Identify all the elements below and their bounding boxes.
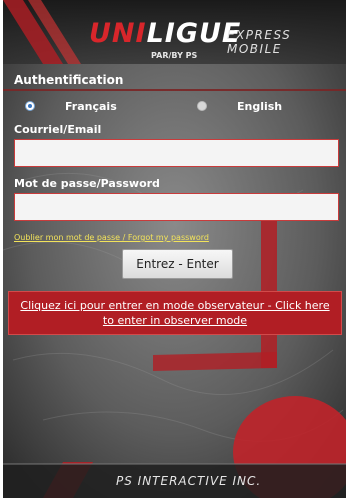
enter-button[interactable]: Entrez - Enter — [122, 249, 233, 279]
password-field[interactable] — [14, 193, 339, 221]
app-header: UNILIGUE PAR/BY PS EXPRESS MOBILE — [3, 0, 346, 62]
auth-title: Authentification — [14, 73, 124, 87]
language-option-english[interactable]: English — [197, 99, 282, 113]
observer-mode-banner[interactable]: Cliquez ici pour entrer en mode observat… — [8, 291, 342, 335]
app-screen: UNILIGUE PAR/BY PS EXPRESS MOBILE Authen… — [3, 0, 346, 498]
email-label: Courriel/Email — [14, 123, 102, 136]
observer-mode-link[interactable]: Cliquez ici pour entrer en mode observat… — [19, 298, 331, 328]
divider — [3, 89, 346, 91]
language-label-english: English — [237, 99, 283, 113]
logo-tagline: EXPRESS MOBILE — [227, 28, 292, 56]
language-option-french[interactable]: Français — [25, 99, 117, 113]
password-label: Mot de passe/Password — [14, 177, 160, 190]
unligue-logo: UNILIGUE — [89, 18, 242, 49]
footer-text: PS INTERACTIVE INC. — [116, 474, 262, 488]
email-field[interactable] — [14, 139, 339, 167]
language-label-french: Français — [65, 99, 117, 113]
logo-subtitle: PAR/BY PS — [151, 51, 198, 60]
forgot-password-link[interactable]: Oublier mon mot de passe / Forgot my pas… — [14, 233, 209, 242]
radio-button-english[interactable] — [197, 101, 207, 111]
radio-button-french[interactable] — [25, 101, 35, 111]
